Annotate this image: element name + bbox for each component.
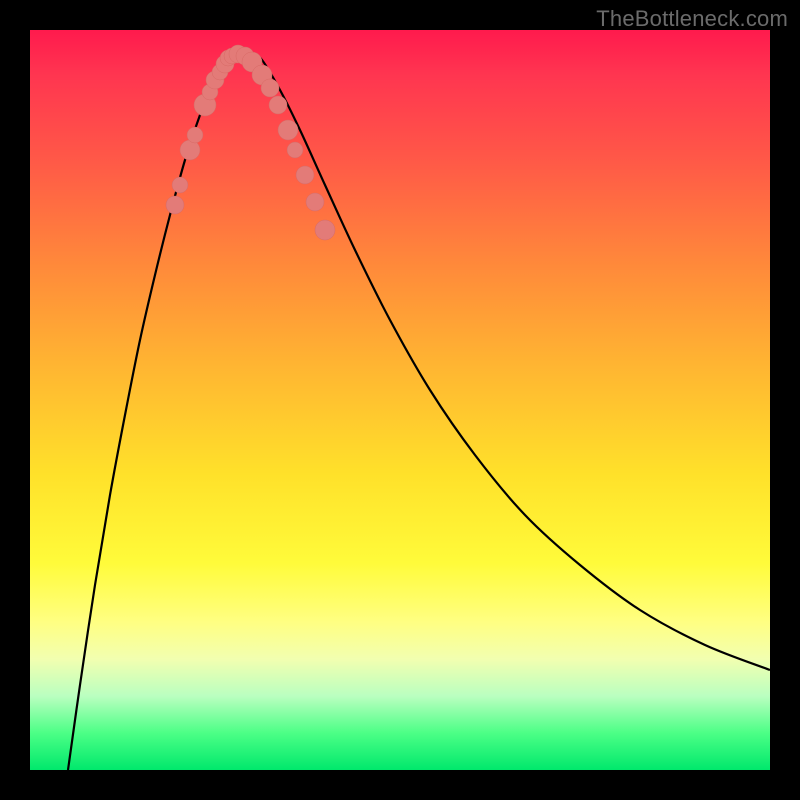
scatter-dot: [269, 96, 287, 114]
bottleneck-curve: [68, 51, 770, 770]
scatter-dot: [261, 79, 279, 97]
scatter-dot: [315, 220, 335, 240]
scatter-dot: [287, 142, 303, 158]
watermark-text: TheBottleneck.com: [596, 6, 788, 32]
scatter-dot: [166, 196, 184, 214]
scatter-dot: [306, 193, 324, 211]
chart-plot-area: [30, 30, 770, 770]
scatter-dot: [187, 127, 203, 143]
scatter-dot: [296, 166, 314, 184]
scatter-dot: [172, 177, 188, 193]
chart-svg: [30, 30, 770, 770]
scatter-dot: [278, 120, 298, 140]
scatter-dots-group: [166, 45, 335, 240]
